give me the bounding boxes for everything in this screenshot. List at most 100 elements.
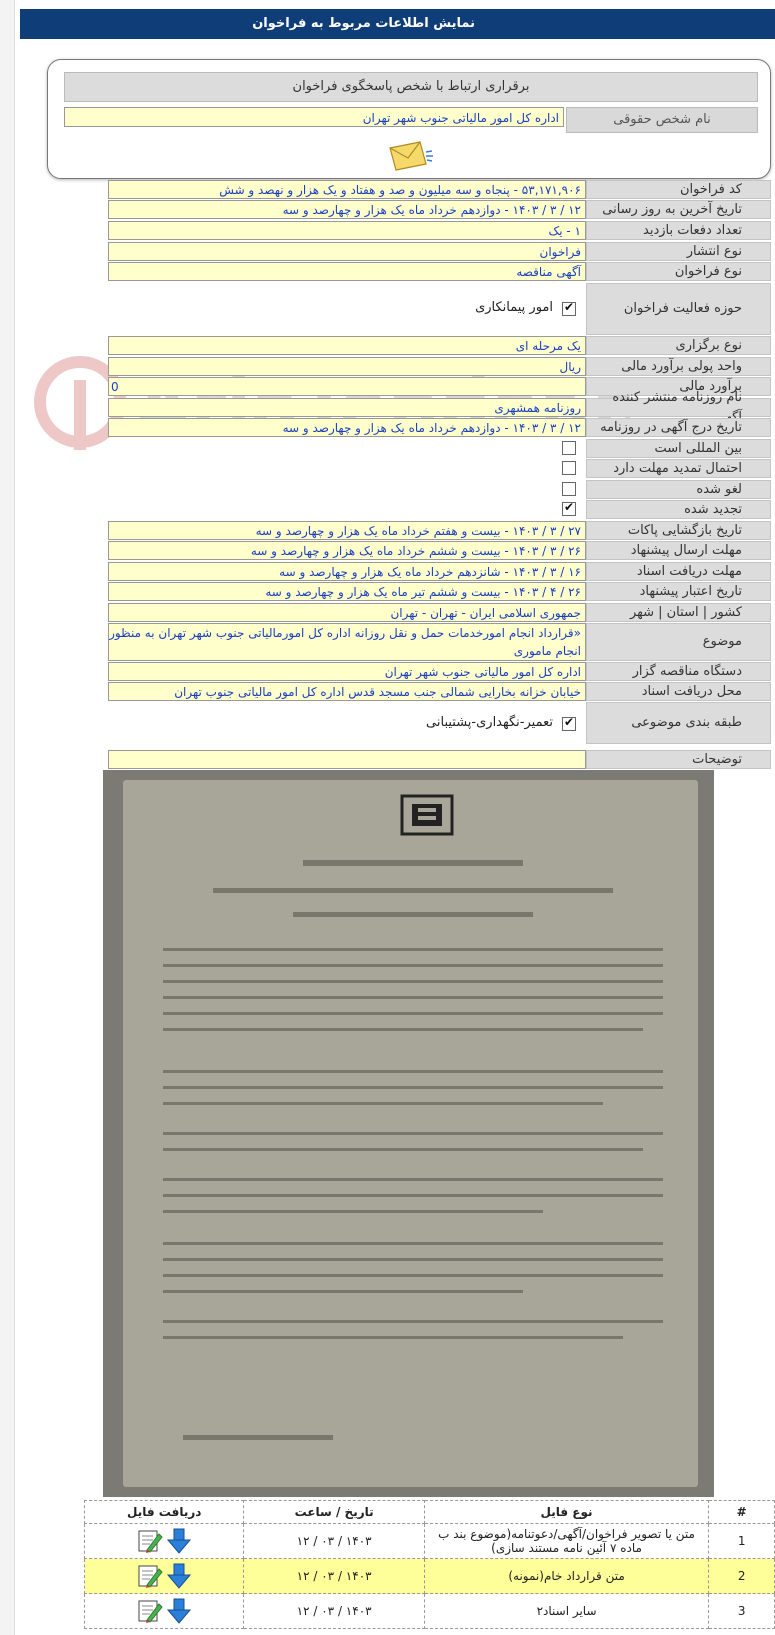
header-download: دریافت فایل bbox=[83, 1500, 245, 1524]
field-row-docs-deadline: مهلت دریافت اسناد ۱۶ / ۳ / ۱۴۰۳ - شانزده… bbox=[108, 562, 771, 581]
category-checkbox-label: تعمیر-نگهداری-پشتیبانی bbox=[426, 715, 553, 730]
download-cell bbox=[83, 1558, 245, 1594]
activity-checkbox-label: امور پیمانکاری bbox=[475, 300, 553, 315]
field-value: یک مرحله ای bbox=[108, 336, 586, 355]
international-checkbox[interactable] bbox=[562, 441, 576, 455]
edit-note-icon[interactable] bbox=[137, 1528, 163, 1554]
download-cell bbox=[83, 1523, 245, 1559]
category-checkbox[interactable] bbox=[562, 715, 576, 731]
field-value: روزنامه همشهری bbox=[108, 398, 586, 417]
field-row-visits: تعداد دفعات بازدید ۱ - یک bbox=[108, 221, 771, 240]
field-row-hold-type: نوع برگزاری یک مرحله ای bbox=[108, 336, 771, 355]
field-row-subject: موضوع «قرارداد انجام امورخدمات حمل و نقل… bbox=[108, 623, 771, 661]
field-label: نوع فراخوان bbox=[586, 262, 771, 281]
field-label: تاریخ درج آگهی در روزنامه bbox=[586, 418, 771, 437]
field-label: توضیحات bbox=[586, 750, 771, 769]
download-arrow-icon[interactable] bbox=[167, 1528, 192, 1554]
announcement-document-image bbox=[103, 770, 714, 1497]
table-row: ۱۲ / ۰۳ / ۱۴۰۳ سایر اسناد۲ 3 bbox=[83, 1593, 775, 1629]
field-label: تاریخ آخرین به روز رسانی bbox=[586, 200, 771, 219]
field-value: ۵۳,۱۷۱,۹۰۶ - پنجاه و سه میلیون و صد و هف… bbox=[108, 180, 586, 199]
file-date: ۱۲ / ۰۳ / ۱۴۰۳ bbox=[243, 1558, 425, 1594]
field-row-cancelled: لغو شده bbox=[108, 480, 771, 499]
download-arrow-icon[interactable] bbox=[167, 1598, 192, 1624]
field-label: نوع انتشار bbox=[586, 242, 771, 261]
field-label: مهلت ارسال پیشنهاد bbox=[586, 541, 771, 560]
field-label: حوزه فعالیت فراخوان bbox=[586, 283, 771, 335]
table-row: ۱۲ / ۰۳ / ۱۴۰۳ متن یا تصویر فراخوان/آگهی… bbox=[83, 1523, 775, 1559]
field-row-validity: تاریخ اعتبار پیشنهاد ۲۶ / ۴ / ۱۴۰۳ - بیس… bbox=[108, 582, 771, 601]
field-value: اداره کل امور مالیاتی جنوب شهر تهران bbox=[108, 662, 586, 681]
field-row-activity: حوزه فعالیت فراخوان امور پیمانکاری bbox=[108, 283, 771, 335]
field-row-renewed: تجدید شده bbox=[108, 500, 771, 519]
field-value: ۲۶ / ۴ / ۱۴۰۳ - بیست و ششم تیر ماه یک هز… bbox=[108, 582, 586, 601]
edit-note-icon[interactable] bbox=[137, 1598, 163, 1624]
field-row-code: کد فراخوان ۵۳,۱۷۱,۹۰۶ - پنجاه و سه میلیو… bbox=[108, 180, 771, 199]
field-row-international: بین المللی است bbox=[108, 439, 771, 458]
files-table: دریافت فایل تاریخ / ساعت نوع فایل # ۱۲ /… bbox=[83, 1500, 775, 1629]
field-row-category: طبقه بندی موضوعی تعمیر-نگهداری-پشتیبانی bbox=[108, 702, 771, 744]
header-file-type: نوع فایل bbox=[423, 1500, 710, 1524]
legal-person-label: نام شخص حقوقی bbox=[566, 107, 758, 133]
files-table-header: دریافت فایل تاریخ / ساعت نوع فایل # bbox=[83, 1500, 775, 1524]
field-label: واحد پولی برآورد مالی bbox=[586, 357, 771, 376]
field-row-last-update: تاریخ آخرین به روز رسانی ۱۲ / ۳ / ۱۴۰۳ -… bbox=[108, 200, 771, 219]
extension-checkbox[interactable] bbox=[562, 461, 576, 475]
field-row-publish-type: نوع انتشار فراخوان bbox=[108, 242, 771, 261]
file-number: 1 bbox=[708, 1523, 775, 1559]
field-label: تاریخ بازگشایی پاکات bbox=[586, 521, 771, 540]
field-value: ۱۲ / ۳ / ۱۴۰۳ - دوازدهم خرداد ماه یک هزا… bbox=[108, 418, 586, 437]
page-left-edge bbox=[0, 0, 15, 1635]
field-row-organizer: دستگاه مناقصه گزار اداره کل امور مالیاتی… bbox=[108, 662, 771, 681]
field-label: لغو شده bbox=[586, 480, 771, 499]
field-label: طبقه بندی موضوعی bbox=[586, 702, 771, 744]
file-date: ۱۲ / ۰۳ / ۱۴۰۳ bbox=[243, 1523, 425, 1559]
download-arrow-icon[interactable] bbox=[167, 1563, 192, 1589]
field-label: موضوع bbox=[586, 623, 771, 661]
field-value: ریال bbox=[108, 357, 586, 376]
field-row-docs-place: محل دریافت اسناد خیابان خزانه بخارایی شم… bbox=[108, 682, 771, 701]
header-date: تاریخ / ساعت bbox=[243, 1500, 425, 1524]
field-value: فراخوان bbox=[108, 242, 586, 261]
document-paper bbox=[123, 780, 698, 1487]
field-label: کشور | استان | شهر bbox=[586, 603, 771, 622]
field-label: نام روزنامه منتشر کننده آگهی bbox=[586, 390, 771, 425]
field-value: ۲۶ / ۳ / ۱۴۰۳ - بیست و ششم خرداد ماه یک … bbox=[108, 541, 586, 560]
field-label: احتمال تمدید مهلت دارد bbox=[586, 459, 771, 478]
organization-logo-icon bbox=[400, 794, 454, 836]
field-row-newspaper-date: تاریخ درج آگهی در روزنامه ۱۲ / ۳ / ۱۴۰۳ … bbox=[108, 418, 771, 437]
file-type: متن قرارداد خام(نمونه) bbox=[423, 1558, 710, 1594]
edit-note-icon[interactable] bbox=[137, 1563, 163, 1589]
header-number: # bbox=[708, 1500, 775, 1524]
field-value: ۱۲ / ۳ / ۱۴۰۳ - دوازدهم خرداد ماه یک هزا… bbox=[108, 200, 586, 219]
field-label: تعداد دفعات بازدید bbox=[586, 221, 771, 240]
field-value: «قرارداد انجام امورخدمات حمل و نقل روزان… bbox=[108, 623, 586, 661]
file-type: سایر اسناد۲ bbox=[423, 1593, 710, 1629]
page-title-bar: نمایش اطلاعات مربوط به فراخوان bbox=[20, 9, 775, 39]
field-label: کد فراخوان bbox=[586, 180, 771, 199]
table-row: ۱۲ / ۰۳ / ۱۴۰۳ متن قرارداد خام(نمونه) 2 bbox=[83, 1558, 775, 1594]
page-title: نمایش اطلاعات مربوط به فراخوان bbox=[252, 16, 475, 31]
field-value: 0 bbox=[108, 377, 586, 396]
field-row-newspaper: نام روزنامه منتشر کننده آگهی روزنامه همش… bbox=[108, 390, 771, 425]
field-label: مهلت دریافت اسناد bbox=[586, 562, 771, 581]
download-cell bbox=[83, 1593, 245, 1629]
field-label: محل دریافت اسناد bbox=[586, 682, 771, 701]
field-row-currency: واحد پولی برآورد مالی ریال bbox=[108, 357, 771, 376]
file-number: 3 bbox=[708, 1593, 775, 1629]
field-row-submit-deadline: مهلت ارسال پیشنهاد ۲۶ / ۳ / ۱۴۰۳ - بیست … bbox=[108, 541, 771, 560]
field-row-location: کشور | استان | شهر جمهوری اسلامی ایران -… bbox=[108, 603, 771, 622]
file-number: 2 bbox=[708, 1558, 775, 1594]
field-value bbox=[108, 750, 586, 769]
envelope-icon[interactable] bbox=[386, 138, 434, 172]
renewed-checkbox[interactable] bbox=[562, 500, 576, 516]
contact-heading: برقراری ارتباط با شخص پاسخگوی فراخوان bbox=[64, 72, 758, 102]
activity-checkbox[interactable] bbox=[562, 300, 576, 316]
field-label: بین المللی است bbox=[586, 439, 771, 458]
contact-panel: برقراری ارتباط با شخص پاسخگوی فراخوان نا… bbox=[47, 59, 771, 179]
file-date: ۱۲ / ۰۳ / ۱۴۰۳ bbox=[243, 1593, 425, 1629]
cancelled-checkbox[interactable] bbox=[562, 482, 576, 496]
field-value: ۲۷ / ۳ / ۱۴۰۳ - بیست و هفتم خرداد ماه یک… bbox=[108, 521, 586, 540]
field-label: تجدید شده bbox=[586, 500, 771, 519]
field-label: دستگاه مناقصه گزار bbox=[586, 662, 771, 681]
